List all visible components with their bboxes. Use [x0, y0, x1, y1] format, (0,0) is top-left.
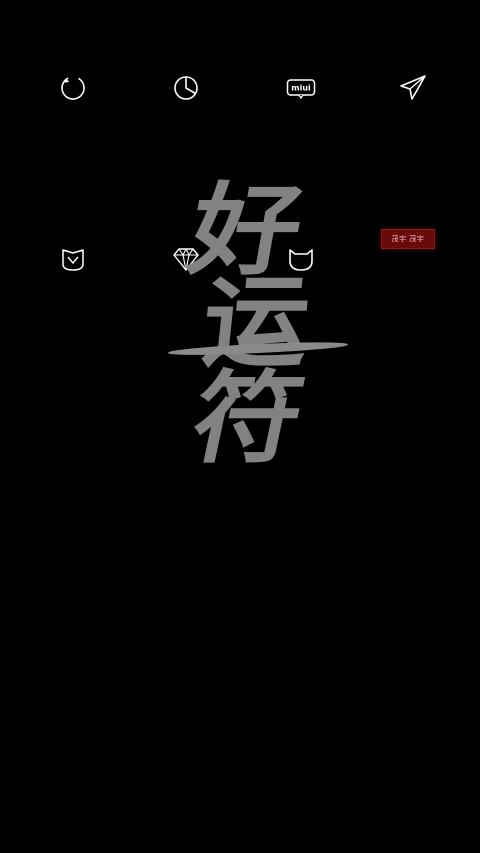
pie-chart-icon[interactable]: [169, 71, 203, 105]
calligraphy-wallpaper: 好 运 符: [150, 171, 350, 477]
seal-stamp: 茂宇 茂宇: [381, 229, 435, 249]
seal-text: 茂宇 茂宇: [391, 235, 425, 243]
lock-screen: miui 茂宇 茂宇 好 运 符: [0, 0, 480, 853]
miui-icon-label: miui: [291, 84, 311, 93]
miui-icon[interactable]: miui: [284, 71, 318, 105]
calligraphy-char-3: 符: [181, 359, 315, 477]
refresh-icon[interactable]: [56, 71, 90, 105]
mi-home-icon[interactable]: [56, 242, 90, 276]
calligraphy-char-2: 运: [197, 263, 315, 381]
send-icon[interactable]: [396, 71, 430, 105]
